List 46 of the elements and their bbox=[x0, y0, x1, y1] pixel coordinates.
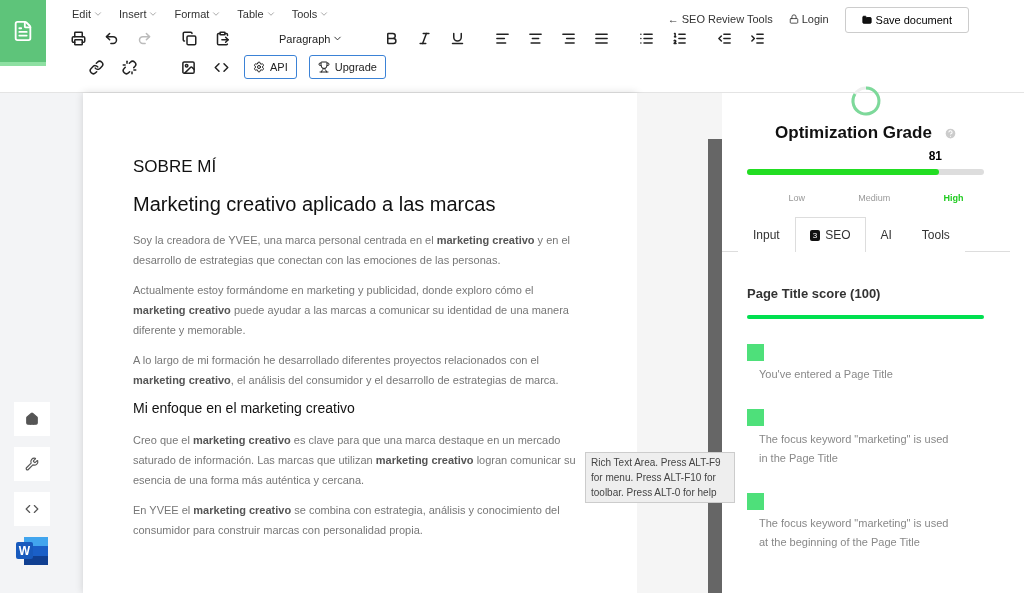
grade-band-label: Medium bbox=[858, 193, 891, 203]
code-icon bbox=[24, 502, 39, 516]
panel-tab[interactable]: 3 SEO bbox=[794, 217, 866, 252]
save-document-button[interactable]: Save document bbox=[844, 7, 969, 33]
paragraph: En YVEE el marketing creativo se combina con estrategia, análisis y conocimiento del consumidor para construir marcas con personalidad propia. bbox=[133, 503, 561, 538]
paragraph-dropdown[interactable]: Paragraph bbox=[273, 31, 350, 46]
lock-icon bbox=[788, 14, 799, 24]
upgrade-button[interactable]: Upgrade bbox=[308, 55, 386, 79]
check-text: The focus keyword "marketing" is used in the Page Title bbox=[759, 432, 949, 466]
check-text: The focus keyword "marketing" is used at the beginning of the Page Title bbox=[759, 516, 949, 550]
folder-icon bbox=[861, 15, 872, 25]
menu-item[interactable]: Table bbox=[233, 6, 280, 22]
caret-icon bbox=[319, 9, 330, 19]
home-button[interactable] bbox=[13, 402, 50, 436]
login-link[interactable]: Login bbox=[788, 7, 829, 25]
caret-icon bbox=[265, 9, 276, 19]
menu-item[interactable]: Format bbox=[170, 6, 226, 22]
menu-item[interactable]: Edit bbox=[68, 6, 107, 22]
menu-item[interactable]: Tools bbox=[287, 6, 334, 22]
menu-item[interactable]: Insert bbox=[114, 6, 163, 22]
trophy-icon bbox=[317, 61, 330, 73]
document-icon bbox=[12, 20, 34, 42]
paragraph: A lo largo de mi formación he desarrollado diferentes proyectos relacionados con el marketing creativo, el análisis del consumidor y el desarrollo de estrategias de marca. bbox=[133, 353, 560, 388]
check-text: You've entered a Page Title bbox=[759, 367, 894, 382]
gear-icon bbox=[253, 61, 265, 73]
paragraph: Actualmente estoy formándome en marketing y publicidad, donde exploro cómo el marketing creativo puede ayudar a las marcas a comunicar su identidad de una manera diferente y memorable. bbox=[133, 283, 570, 338]
api-button[interactable]: API bbox=[244, 55, 297, 79]
tooltip: Rich Text Area. Press ALT-F9 for menu. Press ALT-F10 for toolbar. Press ALT-0 for help bbox=[585, 452, 735, 503]
code-button[interactable] bbox=[13, 492, 50, 526]
subheading: Mi enfoque en el marketing creativo bbox=[133, 400, 356, 416]
paragraph: Soy la creadora de YVEE, una marca personal centrada en el marketing creativo y en el desarrollo de estrategias que conectan con las emociones de las personas. bbox=[133, 233, 571, 268]
section-title: Page Title score (100) bbox=[747, 286, 882, 301]
section-label: SOBRE MÍ bbox=[133, 157, 218, 177]
grade-band-label: Low bbox=[788, 193, 806, 203]
caret-icon bbox=[92, 9, 103, 19]
paragraph: Creo que el marketing creativo es clave para que una marca destaque en un mercado saturado de información. Las marcas que utilizan marketing creativo logran comunicar su esencia de una forma más auténtica y cercana. bbox=[133, 433, 577, 488]
back-link[interactable]: ← SEO Review Tools bbox=[667, 7, 773, 25]
grade-score: 81 bbox=[928, 149, 942, 163]
caret-icon bbox=[211, 9, 222, 19]
page-heading: Marketing creativo aplicado a las marcas bbox=[133, 193, 497, 216]
grade-title: Optimization Grade bbox=[775, 123, 932, 143]
grade-band-label: High bbox=[943, 193, 964, 203]
wrench-button[interactable] bbox=[13, 447, 50, 481]
home-icon bbox=[24, 412, 39, 426]
wrench-icon bbox=[24, 457, 39, 471]
caret-icon bbox=[148, 9, 159, 19]
